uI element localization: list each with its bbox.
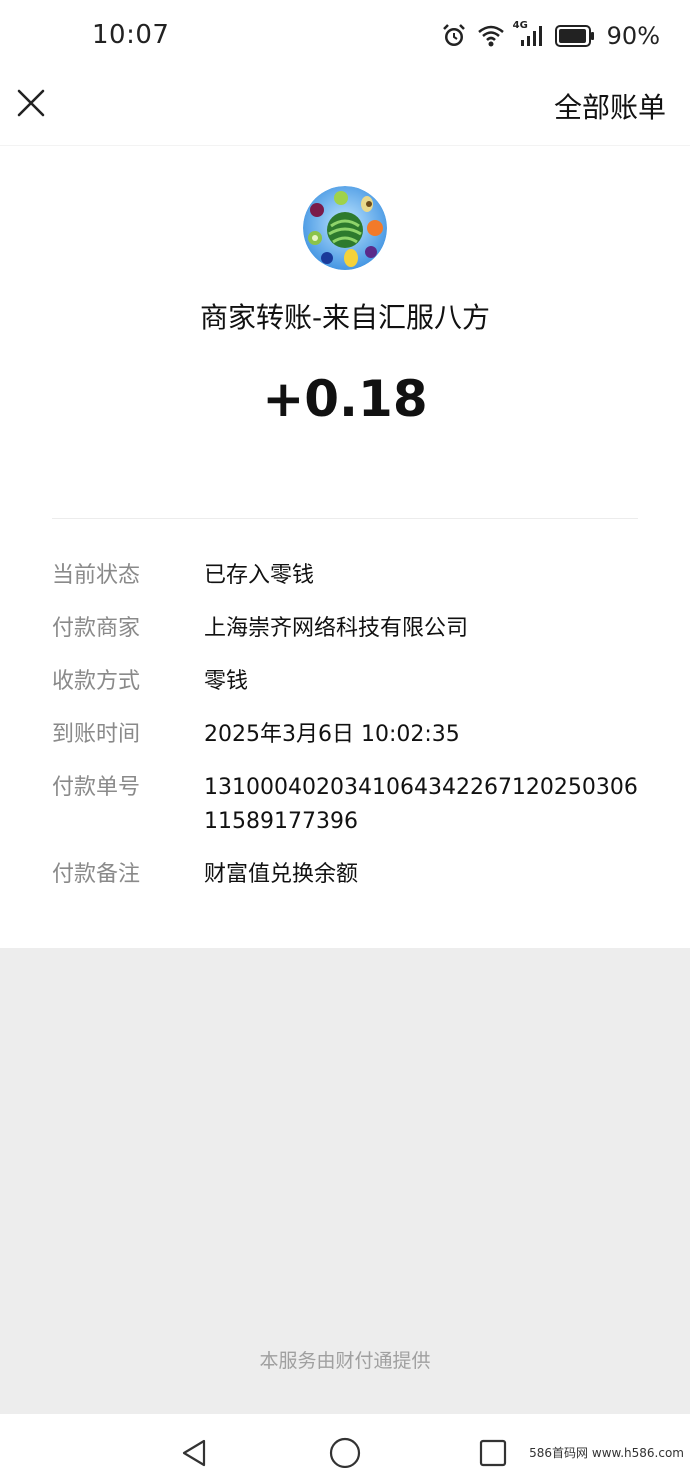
detail-value: 零钱 xyxy=(204,669,249,694)
details-list: 当前状态 已存入零钱 付款商家 上海崇齐网络科技有限公司 收款方式 零钱 到账时… xyxy=(52,562,652,914)
detail-row-payer: 付款商家 上海崇齐网络科技有限公司 xyxy=(52,615,652,646)
home-circle-icon xyxy=(329,1437,361,1468)
detail-label: 当前状态 xyxy=(52,563,141,588)
fruit-avatar-icon xyxy=(303,186,387,270)
service-provider-note: 本服务由财付通提供 xyxy=(259,1350,431,1372)
detail-label: 付款单号 xyxy=(52,775,141,800)
network-label: 4G xyxy=(512,20,528,31)
system-nav-bar: 586首码网 www.h586.com xyxy=(0,1414,690,1468)
detail-row-remark: 付款备注 财富值兑换余额 xyxy=(52,861,652,892)
home-button[interactable] xyxy=(328,1436,362,1468)
detail-label: 到账时间 xyxy=(52,722,141,747)
transaction-card: 商家转账-来自汇服八方 +0.18 当前状态 已存入零钱 付款商家 上海崇齐网络… xyxy=(0,146,690,948)
close-icon xyxy=(17,89,45,117)
detail-label: 收款方式 xyxy=(52,669,141,694)
divider xyxy=(52,518,638,519)
transfer-amount: +0.18 xyxy=(262,370,428,428)
signal-icon: 4G xyxy=(513,20,545,48)
detail-value: 上海崇齐网络科技有限公司 xyxy=(204,616,469,641)
recent-square-icon xyxy=(479,1439,507,1467)
back-button[interactable] xyxy=(180,1438,210,1468)
detail-row-method: 收款方式 零钱 xyxy=(52,668,652,699)
detail-row-order-number: 付款单号 13100040203410643422671202503061158… xyxy=(52,774,652,839)
back-triangle-icon xyxy=(182,1439,206,1467)
recent-apps-button[interactable] xyxy=(478,1438,508,1468)
battery-icon xyxy=(554,25,595,47)
all-bills-link[interactable]: 全部账单 xyxy=(554,86,666,126)
detail-label: 付款备注 xyxy=(52,862,141,887)
close-button[interactable] xyxy=(14,86,48,120)
detail-row-time: 到账时间 2025年3月6日 10:02:35 xyxy=(52,721,652,752)
alarm-icon xyxy=(441,23,467,49)
detail-value: 财富值兑换余额 xyxy=(204,862,359,887)
nav-bar: 全部账单 xyxy=(0,72,690,146)
wifi-icon xyxy=(477,24,505,48)
merchant-avatar xyxy=(303,186,387,270)
detail-label: 付款商家 xyxy=(52,616,141,641)
merchant-title: 商家转账-来自汇服八方 xyxy=(199,301,491,334)
detail-row-status: 当前状态 已存入零钱 xyxy=(52,562,652,593)
status-bar: 10:07 4G 90% xyxy=(0,0,690,72)
status-time: 10:07 xyxy=(92,20,170,50)
watermark-text: 586首码网 www.h586.com xyxy=(529,1444,684,1461)
detail-value[interactable]: 1310004020341064342267120250306115891773… xyxy=(204,771,644,839)
detail-value: 2025年3月6日 10:02:35 xyxy=(204,722,460,747)
battery-percent: 90% xyxy=(606,22,660,50)
detail-value: 已存入零钱 xyxy=(204,563,315,588)
status-icons: 4G 90% xyxy=(441,20,660,52)
